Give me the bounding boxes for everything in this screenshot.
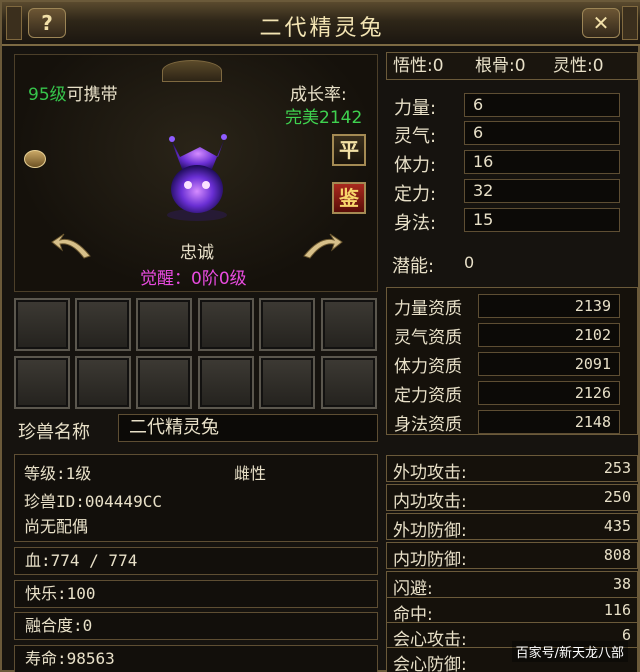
title-bar[interactable]: ? 二代精灵兔 ✕ [2,2,640,46]
aptitude-value: 2148 [478,410,620,434]
combat-label: 会心防御: [393,655,467,672]
combat-stat-row: 内功攻击: 250 [386,484,638,512]
fusion-row: 融合度:0 [14,612,378,640]
combat-value: 250 [603,488,631,506]
aptitude-label: 力量资质 [394,299,462,319]
aptitude-label: 灵气资质 [394,328,462,348]
attr-label: 灵气: [394,126,437,147]
combat-value: 435 [603,517,631,535]
info-level: 等级:1级 [24,464,92,483]
combat-stat-row: 外功攻击: 253 [386,455,638,483]
aptitude-value: 2091 [478,352,620,376]
awaken-label: 觉醒：0阶0级 [140,269,247,289]
aptitude-value: 2139 [478,294,620,318]
combat-stat-row: 闪避: 38 [386,571,638,599]
combat-label: 外功攻击: [393,463,467,483]
info-pet-id: 珍兽ID:004449CC [24,492,162,511]
skill-slot[interactable] [75,298,131,351]
skill-slot[interactable] [14,298,70,351]
pet-name-field[interactable]: 二代精灵兔 [118,414,378,442]
combat-stat-row: 外功防御: 435 [386,513,638,541]
appraise-button[interactable]: 鉴 [332,182,366,214]
loyalty-label: 忠诚 [180,243,214,263]
attr-value: 6 [464,93,620,117]
aptitude-label: 定力资质 [394,386,462,406]
combat-value: 808 [603,546,631,564]
skill-slot[interactable] [259,356,315,409]
lifespan-row: 寿命:98563 [14,645,378,672]
attr-value: 15 [464,208,620,232]
watermark: 百家号/新天龙八部 [511,641,628,662]
pet-name-label: 珍兽名称 [18,422,90,443]
skill-slot[interactable] [75,356,131,409]
combat-label: 外功防御: [393,521,467,541]
skill-slot[interactable] [198,298,254,351]
happiness-row: 快乐:100 [14,580,378,608]
attr-value: 16 [464,150,620,174]
combat-value: 253 [603,459,631,477]
combat-label: 内功防御: [393,550,467,570]
combat-label: 闪避: [393,579,433,599]
aptitude-label: 身法资质 [394,415,462,435]
hp-row: 血:774 / 774 [14,547,378,575]
normal-grade-button[interactable]: 平 [332,134,366,166]
carry-label: 可携带 [66,85,118,105]
skill-slot[interactable] [321,356,377,409]
wuxing-stat: 悟性:0 [393,56,444,76]
coin-icon[interactable] [24,150,46,168]
skill-slot-grid [14,298,378,412]
combat-stat-row: 命中: 116 [386,597,638,625]
pet-info-window: ? 二代精灵兔 ✕ 95级可携带 成长率: 完美2142 平 鉴 忠诚 觉醒：0… [0,0,640,672]
skill-slot[interactable] [321,298,377,351]
combat-value: 116 [603,601,631,619]
info-gender: 雌性 [234,464,267,483]
skill-slot[interactable] [136,298,192,351]
aptitude-value: 2126 [478,381,620,405]
growth-value: 完美2142 [285,108,363,128]
skill-slot[interactable] [136,356,192,409]
viewer-ornament [162,60,222,82]
attr-value: 32 [464,179,620,203]
combat-value: 38 [612,575,631,593]
pet-level-carry: 95级可携带 [28,80,118,105]
lingxing-stat: 灵性:0 [553,56,604,76]
rotate-left-icon[interactable] [50,230,94,260]
combat-stat-row: 内功防御: 808 [386,542,638,570]
gengu-stat: 根骨:0 [475,56,526,76]
window-title: 二代精灵兔 [259,16,385,41]
aptitude-label: 体力资质 [394,357,462,377]
skill-slot[interactable] [259,298,315,351]
pet-level: 95级 [28,85,67,105]
attr-label: 体力: [394,155,437,176]
skill-slot[interactable] [14,356,70,409]
skill-slot[interactable] [198,356,254,409]
attr-value: 6 [464,121,620,145]
attr-label: 力量: [394,98,437,119]
pet-model-icon [167,134,227,221]
info-spouse: 尚无配偶 [24,517,89,536]
potential-value: 0 [464,253,475,272]
attr-label: 身法: [394,213,437,234]
talent-row: 悟性:0 根骨:0 灵性:0 [386,52,638,80]
rotate-right-icon[interactable] [300,230,344,260]
growth-label: 成长率: [290,85,347,105]
aptitude-value: 2102 [478,323,620,347]
potential-label: 潜能: [392,256,435,277]
attr-label: 定力: [394,184,437,205]
combat-label: 内功攻击: [393,492,467,512]
close-button[interactable]: ✕ [582,8,620,38]
